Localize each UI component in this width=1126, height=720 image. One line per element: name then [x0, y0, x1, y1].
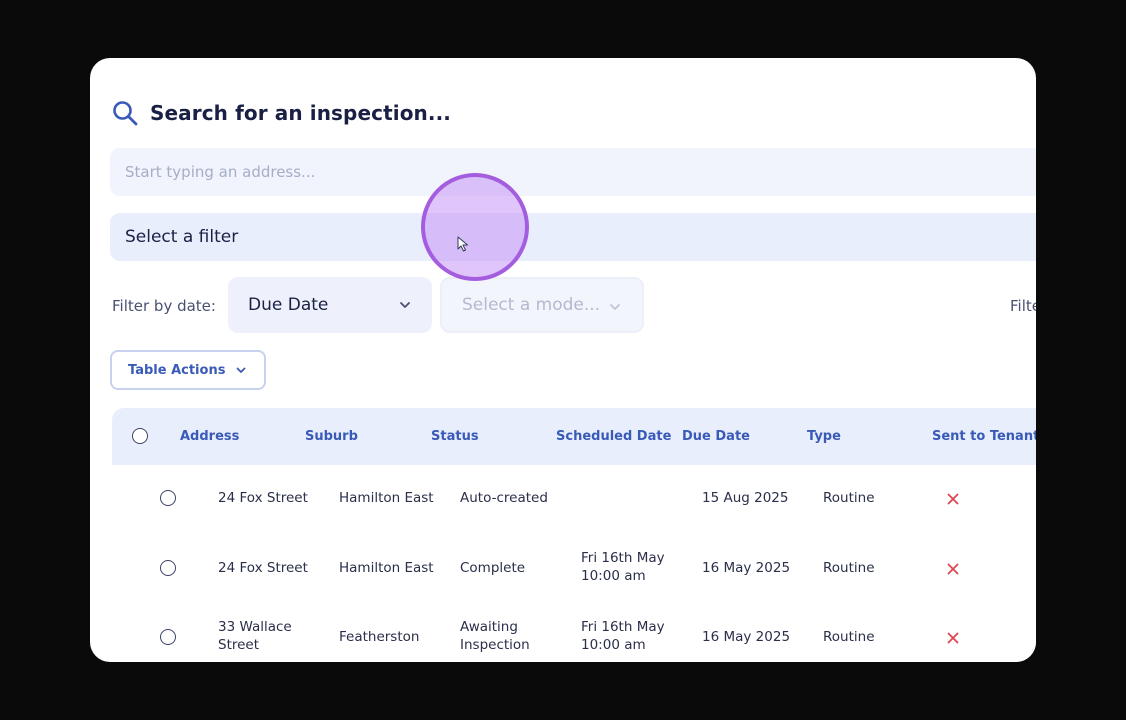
click-highlight	[421, 173, 529, 281]
type-cell: Routine	[823, 490, 875, 506]
address-cell: 24 Fox Street	[218, 489, 328, 507]
scheduled-time-line: 10:00 am	[581, 637, 646, 653]
table-row[interactable]: 24 Fox Street Hamilton East Auto-created…	[112, 465, 1036, 535]
table-actions-button[interactable]: Table Actions	[110, 350, 266, 390]
date-mode-dropdown[interactable]: Select a mode...	[440, 277, 644, 333]
address-cell: 24 Fox Street	[218, 559, 328, 577]
column-header-suburb[interactable]: Suburb	[305, 429, 358, 444]
date-field-dropdown[interactable]: Due Date	[228, 277, 432, 333]
due-date-cell: 15 Aug 2025	[702, 490, 789, 506]
type-cell: Routine	[823, 560, 875, 576]
filter-select[interactable]: Select a filter	[110, 213, 1036, 261]
date-field-value: Due Date	[248, 295, 329, 315]
due-date-cell: 16 May 2025	[702, 629, 791, 645]
filter-select-value: Select a filter	[125, 227, 239, 247]
row-select-radio[interactable]	[160, 560, 176, 576]
suburb-cell: Featherston	[339, 629, 420, 645]
inspections-table: Address Suburb Status Scheduled Date Due…	[112, 408, 1036, 662]
column-header-scheduled-date[interactable]: Scheduled Date	[556, 429, 671, 444]
address-line: 24 Fox Street	[218, 490, 308, 506]
address-line: Street	[218, 637, 260, 653]
chevron-down-icon	[608, 300, 622, 314]
scheduled-date-line: Fri 16th May	[581, 550, 665, 566]
x-mark-icon	[947, 493, 959, 505]
scheduled-time-line: 10:00 am	[581, 568, 646, 584]
suburb-cell: Hamilton East	[339, 560, 434, 576]
status-line: Auto-created	[460, 490, 548, 506]
status-cell: Awaiting Inspection	[460, 618, 570, 654]
table-row[interactable]: 33 Wallace Street Featherston Awaiting I…	[112, 603, 1036, 662]
column-header-sent-to-tenant[interactable]: Sent to Tenant	[932, 429, 1036, 444]
chevron-down-icon	[235, 364, 247, 376]
scheduled-date-cell: Fri 16th May 10:00 am	[581, 618, 691, 654]
search-title: Search for an inspection...	[150, 101, 451, 125]
x-mark-icon	[947, 563, 959, 575]
table-header: Address Suburb Status Scheduled Date Due…	[112, 408, 1036, 465]
row-select-radio[interactable]	[160, 629, 176, 645]
column-header-due-date[interactable]: Due Date	[682, 429, 750, 444]
due-date-cell: 16 May 2025	[702, 560, 791, 576]
address-line: 24 Fox Street	[218, 560, 308, 576]
search-icon	[112, 100, 138, 126]
x-mark-icon	[947, 632, 959, 644]
column-header-type[interactable]: Type	[807, 429, 841, 444]
status-cell: Complete	[460, 559, 570, 577]
date-mode-placeholder: Select a mode...	[462, 295, 601, 315]
select-all-radio[interactable]	[132, 428, 148, 444]
status-cell: Auto-created	[460, 489, 570, 507]
row-select-radio[interactable]	[160, 490, 176, 506]
table-actions-label: Table Actions	[128, 362, 226, 378]
status-line: Complete	[460, 560, 526, 576]
chevron-down-icon	[398, 298, 412, 312]
address-line: 33 Wallace	[218, 619, 292, 635]
inspection-search-card: Search for an inspection... Select a fil…	[90, 58, 1036, 662]
address-search-input[interactable]	[110, 148, 1036, 196]
mouse-pointer-icon	[457, 236, 469, 252]
search-header: Search for an inspection...	[112, 100, 451, 126]
table-row[interactable]: 24 Fox Street Hamilton East Complete Fri…	[112, 534, 1036, 604]
suburb-cell: Hamilton East	[339, 490, 434, 506]
column-header-address[interactable]: Address	[180, 429, 239, 444]
scheduled-date-cell: Fri 16th May 10:00 am	[581, 549, 691, 585]
scheduled-date-line: Fri 16th May	[581, 619, 665, 635]
column-header-status[interactable]: Status	[431, 429, 479, 444]
filter-label-partial: Filte	[1010, 297, 1036, 315]
type-cell: Routine	[823, 629, 875, 645]
date-filter-label: Filter by date:	[112, 297, 216, 315]
address-cell: 33 Wallace Street	[218, 618, 328, 654]
date-filter-row: Filter by date: Due Date Select a mode..…	[112, 277, 1036, 335]
status-line: Awaiting	[460, 619, 518, 635]
status-line: Inspection	[460, 637, 530, 653]
